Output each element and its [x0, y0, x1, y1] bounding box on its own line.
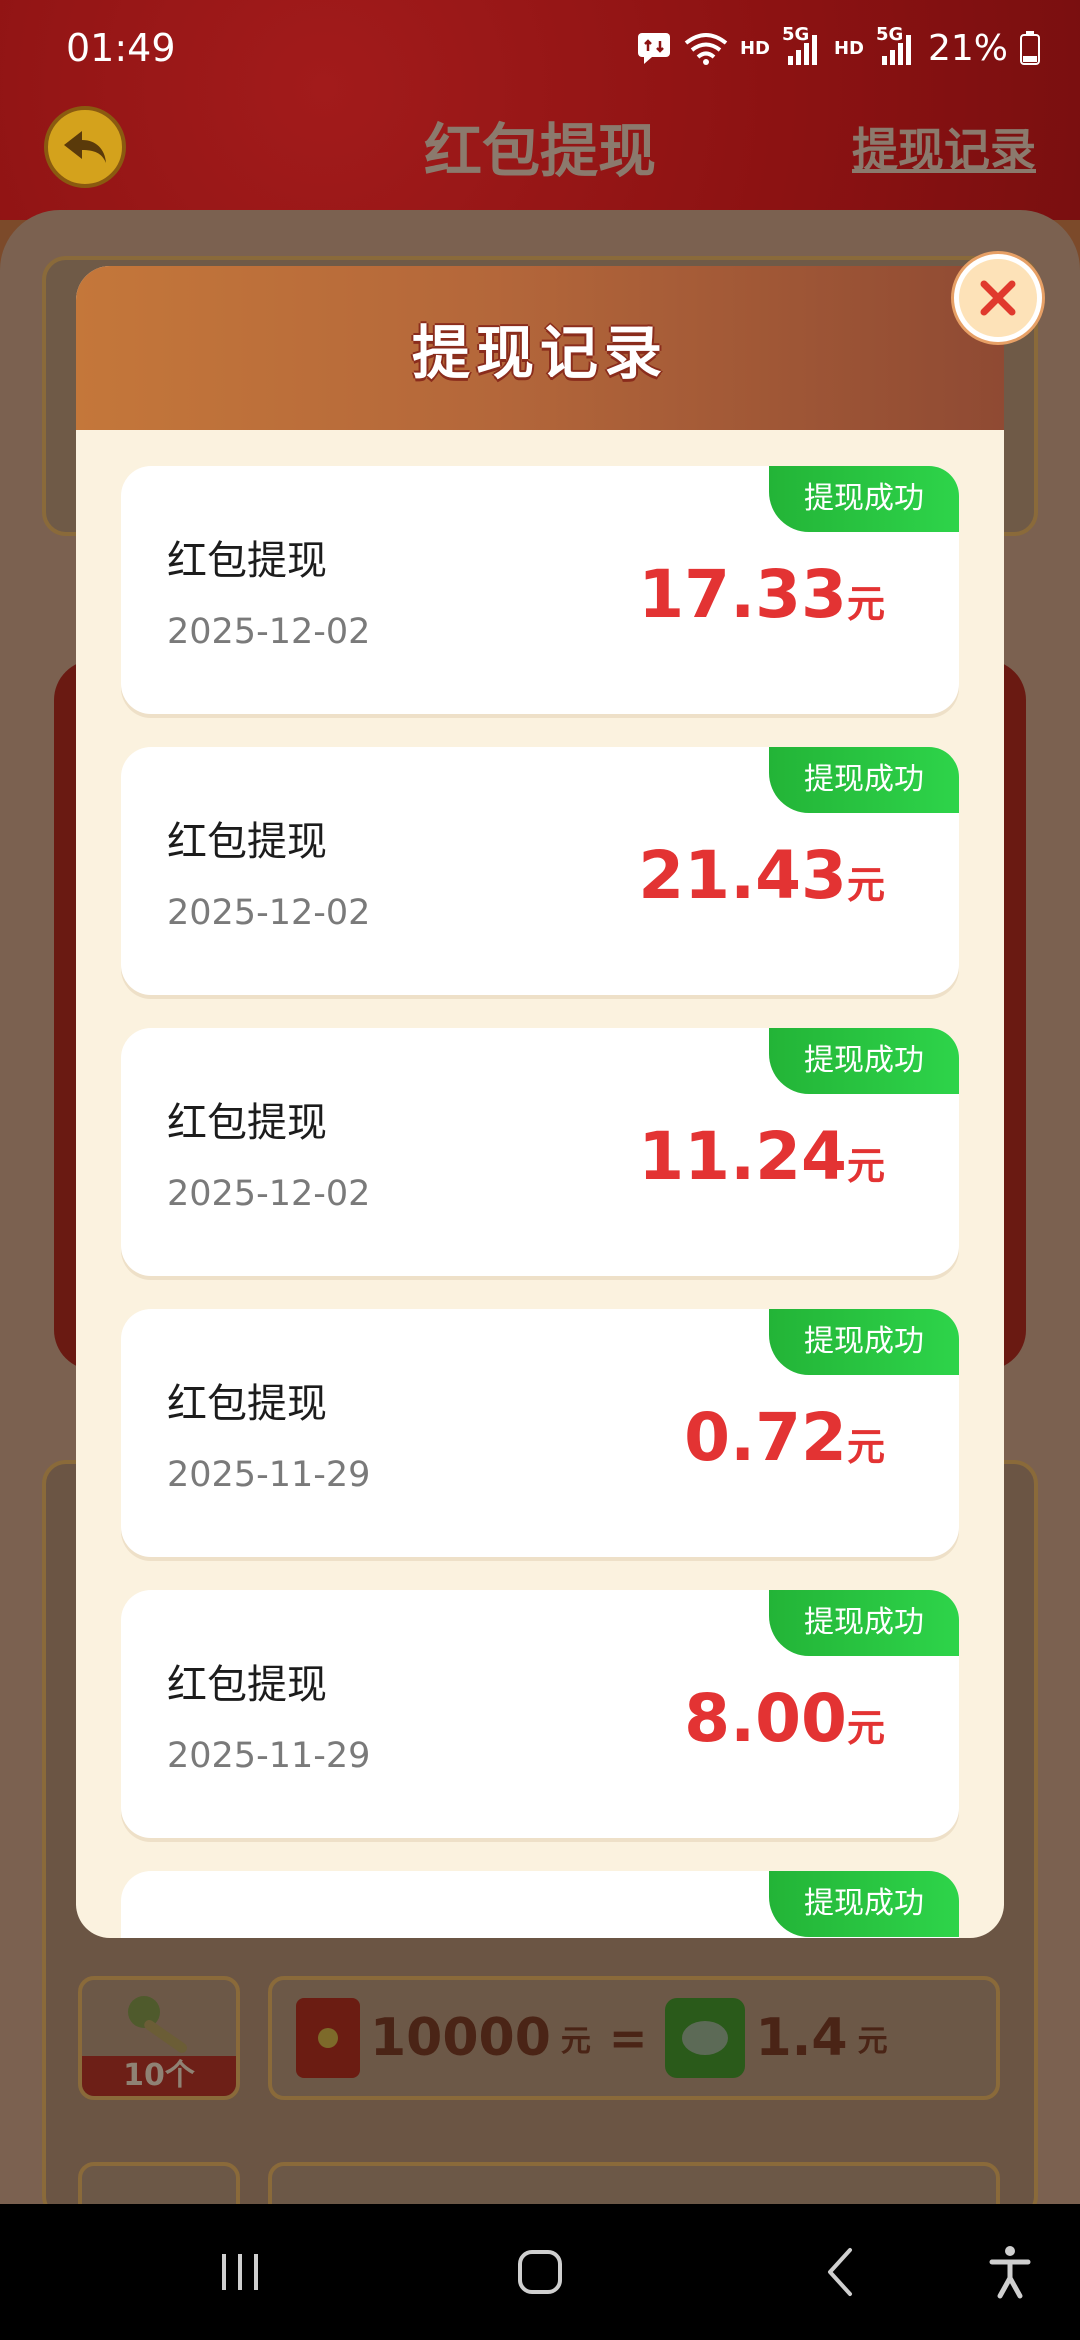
- records-list[interactable]: 提现成功 红包提现 2025-12-02 17.33 元 提现成功 红包提现 2…: [76, 430, 1004, 1938]
- recents-icon: [222, 2254, 258, 2290]
- key-item-partial: [78, 2162, 240, 2204]
- key-count: 10个: [82, 2056, 236, 2096]
- amount-unit: 元: [846, 863, 885, 907]
- amount-value: 21.43: [638, 837, 847, 914]
- exchange-row-partial: [78, 2162, 1004, 2204]
- nav-back-button[interactable]: [790, 2204, 890, 2340]
- amount-value: 11.24: [638, 1118, 847, 1195]
- record-title: 红包提现: [167, 538, 327, 584]
- status-badge: 提现成功: [769, 1871, 959, 1937]
- hd-indicator-1: HD: [739, 37, 770, 59]
- recents-button[interactable]: [190, 2204, 290, 2340]
- status-bar: 01:49 HD 5G HD 5G 21%: [0, 0, 1080, 96]
- status-badge: 提现成功: [769, 1590, 959, 1656]
- home-button[interactable]: [490, 2204, 590, 2340]
- status-badge: 提现成功: [769, 466, 959, 532]
- record-item: 提现成功: [121, 1871, 959, 1938]
- status-badge: 提现成功: [769, 1028, 959, 1094]
- wechat-icon: [665, 1998, 746, 2078]
- modal-title: 提现记录: [411, 319, 668, 387]
- exchange-row: 10个 10000 元 = 1.4 元: [78, 1976, 1004, 2100]
- signal-2: 5G: [876, 24, 916, 66]
- signal-icon: [881, 35, 911, 65]
- amount-unit: 元: [846, 582, 885, 626]
- withdraw-records-link[interactable]: 提现记录: [852, 114, 1036, 180]
- record-item: 提现成功 红包提现 2025-12-02 17.33 元: [121, 466, 959, 714]
- status-badge: 提现成功: [769, 1309, 959, 1375]
- rate-amount-right: 1.4: [755, 2008, 848, 2068]
- record-date: 2025-12-02: [167, 612, 371, 652]
- amount-unit: 元: [846, 1425, 885, 1469]
- record-title: 红包提现: [167, 1662, 327, 1708]
- record-date: 2025-12-02: [167, 893, 371, 933]
- accessibility-button[interactable]: [970, 2204, 1050, 2340]
- hd-indicator-2: HD: [833, 37, 864, 59]
- rate-unit-right: 元: [857, 2024, 888, 2059]
- rate-amount-left: 10000: [370, 2008, 551, 2068]
- amount-unit: 元: [846, 1706, 885, 1750]
- record-title: 红包提现: [167, 1381, 327, 1427]
- record-amount: 21.43 元: [638, 837, 885, 914]
- record-date: 2025-11-29: [167, 1736, 371, 1776]
- key-icon: [128, 1996, 187, 2053]
- record-amount: 17.33 元: [638, 556, 885, 633]
- home-icon: [518, 2250, 562, 2294]
- message-icon: [637, 33, 670, 64]
- signal-icon: [787, 35, 817, 65]
- record-item: 提现成功 红包提现 2025-12-02 11.24 元: [121, 1028, 959, 1276]
- battery-icon: [1020, 31, 1040, 65]
- rate-unit-left: 元: [560, 2024, 591, 2059]
- close-icon: [980, 280, 1016, 316]
- amount-unit: 元: [846, 1144, 885, 1188]
- record-item: 提现成功 红包提现 2025-11-29 8.00 元: [121, 1590, 959, 1838]
- record-title: 红包提现: [167, 1100, 327, 1146]
- record-date: 2025-12-02: [167, 1174, 371, 1214]
- close-button[interactable]: [954, 254, 1042, 342]
- rate-equals: =: [608, 2011, 648, 2065]
- record-item: 提现成功 红包提现 2025-11-29 0.72 元: [121, 1309, 959, 1557]
- back-icon: [828, 2248, 852, 2296]
- modal-header: 提现记录: [76, 266, 1004, 430]
- amount-value: 0.72: [684, 1399, 847, 1476]
- record-date: 2025-11-29: [167, 1455, 371, 1495]
- exchange-rate[interactable]: 10000 元 = 1.4 元: [268, 1976, 1000, 2100]
- amount-value: 8.00: [684, 1680, 847, 1757]
- amount-value: 17.33: [638, 556, 847, 633]
- signal-1: 5G: [782, 24, 822, 66]
- status-time: 01:49: [66, 26, 176, 70]
- wifi-icon: [684, 33, 728, 65]
- key-item: 10个: [78, 1976, 240, 2100]
- record-amount: 8.00 元: [684, 1680, 885, 1757]
- exchange-rate-partial: [268, 2162, 1000, 2204]
- record-item: 提现成功 红包提现 2025-12-02 21.43 元: [121, 747, 959, 995]
- record-title: 红包提现: [167, 819, 327, 865]
- status-icons: HD 5G HD 5G 21%: [636, 24, 1040, 69]
- status-badge: 提现成功: [769, 747, 959, 813]
- withdraw-records-modal: 提现记录 提现成功 红包提现 2025-12-02 17.33 元 提现成功 红…: [76, 266, 1004, 1938]
- red-packet-icon: [296, 1998, 360, 2078]
- record-amount: 11.24 元: [638, 1118, 885, 1195]
- navigation-bar: [0, 2204, 1080, 2340]
- record-amount: 0.72 元: [684, 1399, 885, 1476]
- battery-percent: 21%: [927, 27, 1008, 69]
- accessibility-icon: [989, 2246, 1031, 2299]
